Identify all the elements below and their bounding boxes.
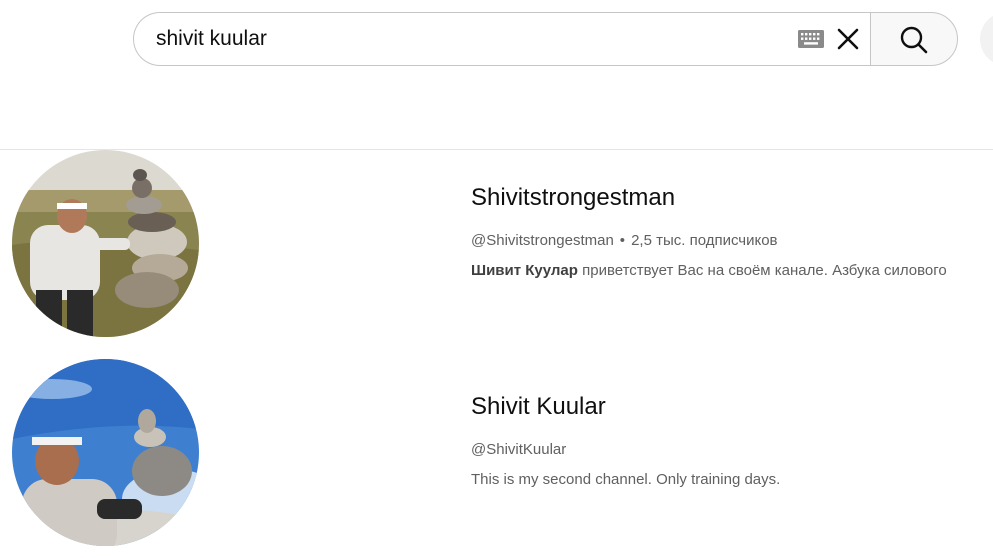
channel-handle: @Shivitstrongestman bbox=[471, 232, 614, 249]
close-icon[interactable] bbox=[834, 25, 862, 53]
search-icon bbox=[900, 26, 928, 54]
description-text: приветствует Вас на своём канале. Азбука… bbox=[577, 262, 947, 279]
voice-search-button[interactable] bbox=[980, 12, 993, 66]
channel-name[interactable]: Shivit Kuular bbox=[471, 393, 606, 421]
channel-avatar[interactable] bbox=[12, 359, 199, 546]
subscriber-count: 2,5 тыс. подписчиков bbox=[631, 232, 778, 249]
channel-avatar[interactable] bbox=[12, 150, 199, 337]
divider bbox=[0, 149, 993, 150]
channel-description: This is my second channel. Only training… bbox=[471, 471, 781, 488]
channel-meta: @Shivitstrongestman • 2,5 тыс. подписчиков bbox=[471, 232, 778, 249]
channel-name[interactable]: Shivitstrongestman bbox=[471, 184, 675, 212]
search-button[interactable] bbox=[870, 12, 958, 66]
description-highlight: Шивит Куулар bbox=[471, 262, 578, 279]
search-box bbox=[133, 12, 870, 66]
separator-dot: • bbox=[619, 232, 626, 249]
search-input[interactable] bbox=[156, 13, 756, 65]
keyboard-icon[interactable] bbox=[798, 30, 824, 48]
channel-handle: @ShivitKuular bbox=[471, 441, 567, 458]
channel-description: Шивит Куулар приветствует Вас на своём к… bbox=[471, 262, 993, 279]
